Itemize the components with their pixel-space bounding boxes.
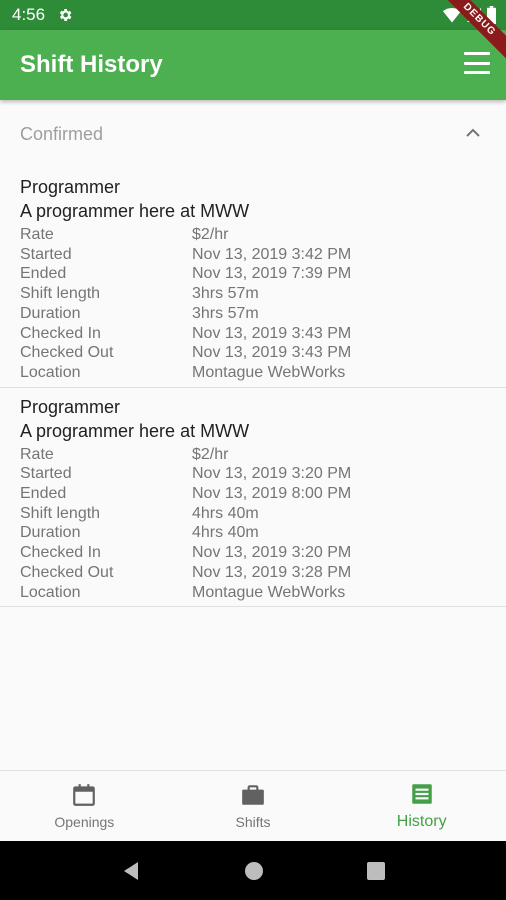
shift-history-content: Confirmed Programmer A programmer here at… <box>0 100 506 770</box>
shift-detail-row: Rate $2/hr <box>20 445 486 465</box>
shift-detail-row: Duration 4hrs 40m <box>20 523 486 543</box>
gear-icon <box>60 9 72 21</box>
shift-detail-row: Checked Out Nov 13, 2019 3:28 PM <box>20 563 486 583</box>
shift-title: Programmer <box>20 177 121 197</box>
bottom-navigation: Openings Shifts History <box>0 770 506 841</box>
briefcase-icon <box>242 785 264 805</box>
detail-value: $2/hr <box>192 226 229 243</box>
shift-card[interactable]: Programmer A programmer here at MWW Rate $2… <box>0 388 506 608</box>
detail-label: Checked Out <box>20 344 114 362</box>
nav-openings[interactable]: Openings <box>0 771 169 841</box>
recents-icon[interactable] <box>366 861 385 880</box>
back-icon[interactable] <box>121 861 141 881</box>
detail-value: $2/hr <box>192 445 229 463</box>
detail-value: Montague WebWorks <box>192 363 346 381</box>
nav-shifts-label: Shifts <box>235 814 271 830</box>
detail-value: Montague WebWorks <box>192 583 346 601</box>
shift-description: A programmer here at MWW <box>20 201 250 221</box>
detail-label: Checked In <box>20 544 101 562</box>
detail-value: Nov 13, 2019 3:43 PM <box>192 324 352 342</box>
shift-detail-row: Location Montague WebWorks <box>20 583 486 603</box>
shift-detail-row: Started Nov 13, 2019 3:42 PM <box>20 245 486 265</box>
detail-label: Shift length <box>20 504 101 522</box>
detail-value: Nov 13, 2019 3:43 PM <box>192 344 352 362</box>
detail-label: Started <box>20 245 72 263</box>
chevron-up-icon <box>466 128 480 137</box>
home-icon[interactable] <box>244 861 264 881</box>
detail-label: Checked In <box>20 324 101 342</box>
shift-detail-row: Checked Out Nov 13, 2019 3:43 PM <box>20 343 486 363</box>
detail-value: 3hrs 57m <box>192 285 259 303</box>
detail-value: Nov 13, 2019 3:28 PM <box>192 563 352 581</box>
confirmed-section-header[interactable]: Confirmed <box>0 100 506 168</box>
detail-label: Location <box>20 583 81 601</box>
nav-openings-label: Openings <box>54 814 115 830</box>
page-title: Shift History <box>20 51 163 78</box>
detail-value: Nov 13, 2019 3:20 PM <box>192 544 352 562</box>
system-navigation-bar <box>0 841 506 900</box>
detail-label: Ended <box>20 265 67 283</box>
shift-detail-row: Shift length 4hrs 40m <box>20 504 486 524</box>
detail-value: Nov 13, 2019 7:39 PM <box>192 265 352 283</box>
detail-label: Duration <box>20 304 81 322</box>
shift-detail-row: Ended Nov 13, 2019 7:39 PM <box>20 264 486 284</box>
detail-label: Checked Out <box>20 563 114 581</box>
detail-value: Nov 13, 2019 8:00 PM <box>192 485 352 503</box>
detail-value: 4hrs 40m <box>192 524 259 542</box>
detail-label: Rate <box>20 445 54 463</box>
detail-value: Nov 13, 2019 3:42 PM <box>192 245 352 263</box>
detail-value: 3hrs 57m <box>192 304 259 322</box>
menu-button[interactable] <box>464 52 490 74</box>
shift-detail-row: Ended Nov 13, 2019 8:00 PM <box>20 484 486 504</box>
detail-label: Rate <box>20 226 54 243</box>
shift-detail-row: Shift length 3hrs 57m <box>20 284 486 304</box>
detail-label: Ended <box>20 485 67 503</box>
calendar-icon <box>73 784 96 806</box>
detail-label: Duration <box>20 524 81 542</box>
section-title: Confirmed <box>20 123 104 144</box>
shift-card[interactable]: Programmer A programmer here at MWW Rate $2… <box>0 168 506 388</box>
detail-label: Started <box>20 465 72 483</box>
nav-shifts[interactable]: Shifts <box>169 771 338 841</box>
shift-description: A programmer here at MWW <box>20 420 250 441</box>
nav-history-label: History <box>396 813 447 830</box>
shift-detail-row: Duration 3hrs 57m <box>20 304 486 324</box>
shift-detail-row: Started Nov 13, 2019 3:20 PM <box>20 464 486 484</box>
shift-detail-row: Rate $2/hr <box>20 225 486 245</box>
list-icon <box>411 784 432 804</box>
menu-icon <box>464 52 490 55</box>
detail-label: Shift length <box>20 285 101 303</box>
shift-detail-row: Location Montague WebWorks <box>20 363 486 383</box>
status-time: 4:56 <box>12 5 46 24</box>
shift-list: Programmer A programmer here at MWW Rate $2… <box>0 168 506 608</box>
nav-history[interactable]: History <box>337 771 506 841</box>
shift-detail-row: Checked In Nov 13, 2019 3:43 PM <box>20 324 486 344</box>
detail-value: Nov 13, 2019 3:20 PM <box>192 465 352 483</box>
status-bar: 4:56 DEBUG <box>0 0 506 65</box>
shift-detail-row: Checked In Nov 13, 2019 3:20 PM <box>20 543 486 563</box>
detail-value: 4hrs 40m <box>192 504 259 522</box>
app-bar: Shift History <box>0 30 506 100</box>
shift-title: Programmer <box>20 396 121 417</box>
detail-label: Location <box>20 363 81 381</box>
